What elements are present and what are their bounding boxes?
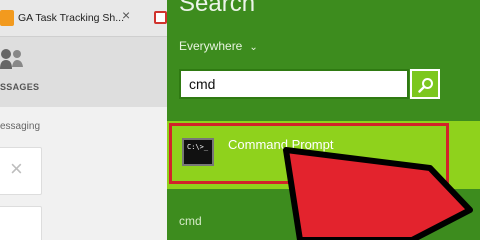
pointer-arrow-icon xyxy=(283,147,473,240)
